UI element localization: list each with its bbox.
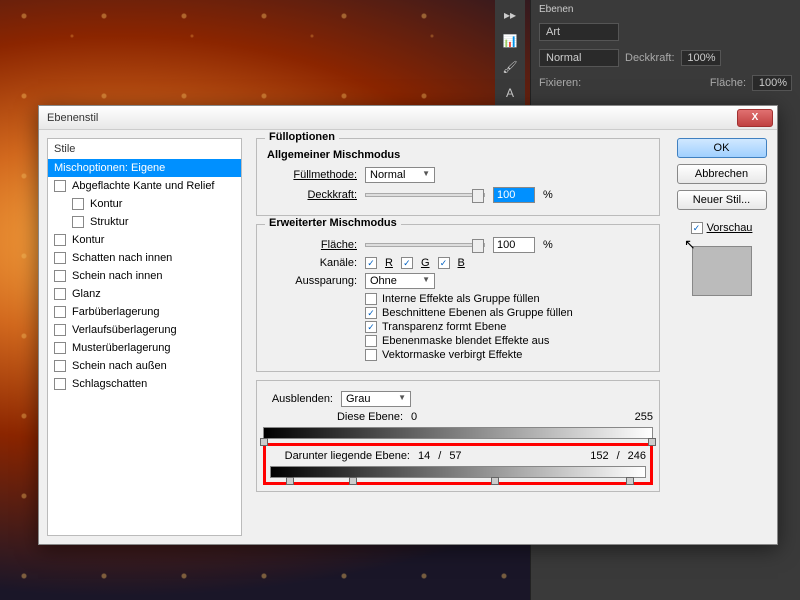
channel-b-checkbox[interactable]: ✓ bbox=[438, 257, 450, 269]
underlying-gradient[interactable] bbox=[270, 466, 646, 478]
style-item[interactable]: Schein nach innen bbox=[48, 267, 241, 285]
style-checkbox[interactable] bbox=[54, 360, 66, 372]
advanced-blend-fieldset: Erweiterter Mischmodus Fläche: 100 % Kan… bbox=[256, 224, 660, 372]
style-checkbox[interactable] bbox=[54, 378, 66, 390]
opacity-input[interactable]: 100 bbox=[493, 187, 535, 203]
blendif-label: Ausblenden: bbox=[263, 393, 333, 405]
style-item[interactable]: Schlagschatten bbox=[48, 375, 241, 393]
style-checkbox[interactable] bbox=[54, 306, 66, 318]
highlight-box: Darunter liegende Ebene: 14 / 57 152 / 2… bbox=[263, 443, 653, 485]
style-item[interactable]: Kontur bbox=[48, 195, 241, 213]
advanced-legend: Erweiterter Mischmodus bbox=[265, 217, 401, 229]
style-item[interactable]: Kontur bbox=[48, 231, 241, 249]
cb-transparency[interactable]: ✓ bbox=[365, 321, 377, 333]
cb-clipped[interactable]: ✓ bbox=[365, 307, 377, 319]
style-item[interactable]: Verlaufsüberlagerung bbox=[48, 321, 241, 339]
cb-layermask[interactable] bbox=[365, 335, 377, 347]
blend-mode-select[interactable]: Normal bbox=[539, 49, 619, 67]
area-input[interactable]: 100 bbox=[493, 237, 535, 253]
style-checkbox[interactable] bbox=[54, 324, 66, 336]
cancel-button[interactable]: Abbrechen bbox=[677, 164, 767, 184]
underlying-label: Darunter liegende Ebene: bbox=[270, 450, 410, 462]
channel-r-checkbox[interactable]: ✓ bbox=[365, 257, 377, 269]
panel-tab[interactable]: Ebenen bbox=[531, 0, 800, 19]
fill-method-select[interactable]: Normal bbox=[365, 167, 435, 183]
channels-label: Kanäle: bbox=[267, 257, 357, 269]
tool-icon[interactable]: ▸▸ bbox=[499, 4, 521, 26]
fill-options-fieldset: Fülloptionen Allgemeiner Mischmodus Füll… bbox=[256, 138, 660, 216]
fill-label: Fläche: bbox=[710, 77, 746, 89]
general-blend-legend: Allgemeiner Mischmodus bbox=[267, 149, 649, 161]
pct-label: % bbox=[543, 189, 553, 201]
cb-vectormask[interactable] bbox=[365, 349, 377, 361]
style-item[interactable]: Struktur bbox=[48, 213, 241, 231]
area-slider[interactable] bbox=[365, 243, 485, 247]
style-item[interactable]: Schatten nach innen bbox=[48, 249, 241, 267]
knockout-select[interactable]: Ohne bbox=[365, 273, 435, 289]
style-checkbox[interactable] bbox=[54, 342, 66, 354]
style-item[interactable]: Farbüberlagerung bbox=[48, 303, 241, 321]
opacity-label: Deckkraft: bbox=[267, 189, 357, 201]
style-checkbox[interactable] bbox=[54, 270, 66, 282]
styles-list: Stile Mischoptionen: Eigene Abgeflachte … bbox=[47, 138, 242, 536]
opacity-value[interactable]: 100% bbox=[681, 50, 721, 66]
fill-method-label: Füllmethode: bbox=[267, 169, 357, 181]
fill-legend: Fülloptionen bbox=[265, 131, 339, 143]
blendif-select[interactable]: Grau bbox=[341, 391, 411, 407]
style-checkbox[interactable] bbox=[54, 252, 66, 264]
fill-value[interactable]: 100% bbox=[752, 75, 792, 91]
area-label: Fläche: bbox=[267, 239, 357, 251]
preview-label: Vorschau bbox=[707, 222, 753, 234]
style-checkbox[interactable] bbox=[54, 234, 66, 246]
text-icon[interactable]: A bbox=[499, 82, 521, 104]
style-item[interactable]: Schein nach außen bbox=[48, 357, 241, 375]
style-item[interactable]: Glanz bbox=[48, 285, 241, 303]
layer-kind-select[interactable]: Art bbox=[539, 23, 619, 41]
layer-style-dialog: Ebenenstil X Stile Mischoptionen: Eigene… bbox=[38, 105, 778, 545]
style-checkbox[interactable] bbox=[54, 288, 66, 300]
opacity-slider[interactable] bbox=[365, 193, 485, 197]
style-checkbox[interactable] bbox=[72, 198, 84, 210]
style-item[interactable]: Musterüberlagerung bbox=[48, 339, 241, 357]
close-button[interactable]: X bbox=[737, 109, 773, 127]
new-style-button[interactable]: Neuer Stil... bbox=[677, 190, 767, 210]
this-layer-gradient[interactable] bbox=[263, 427, 653, 439]
ok-button[interactable]: OK bbox=[677, 138, 767, 158]
preview-checkbox[interactable]: ✓ bbox=[691, 222, 703, 234]
styles-header[interactable]: Stile bbox=[48, 139, 241, 159]
dialog-titlebar[interactable]: Ebenenstil X bbox=[39, 106, 777, 130]
opacity-label: Deckkraft: bbox=[625, 52, 675, 64]
this-layer-label: Diese Ebene: bbox=[263, 411, 403, 423]
blending-options-item[interactable]: Mischoptionen: Eigene bbox=[48, 159, 241, 177]
brush-icon[interactable]: 🖌 bbox=[499, 56, 521, 78]
blend-if-fieldset: Ausblenden: Grau Diese Ebene: 0 255 Daru… bbox=[256, 380, 660, 492]
cb-internal[interactable] bbox=[365, 293, 377, 305]
dialog-title: Ebenenstil bbox=[47, 112, 737, 124]
style-checkbox[interactable] bbox=[72, 216, 84, 228]
channel-g-checkbox[interactable]: ✓ bbox=[401, 257, 413, 269]
histogram-icon[interactable]: 📊 bbox=[499, 30, 521, 52]
lock-label: Fixieren: bbox=[539, 77, 581, 89]
ps-tools: ▸▸ 📊 🖌 A bbox=[495, 0, 525, 108]
knockout-label: Aussparung: bbox=[267, 275, 357, 287]
style-checkbox[interactable] bbox=[54, 180, 66, 192]
style-item[interactable]: Abgeflachte Kante und Relief bbox=[48, 177, 241, 195]
preview-thumbnail bbox=[692, 246, 752, 296]
